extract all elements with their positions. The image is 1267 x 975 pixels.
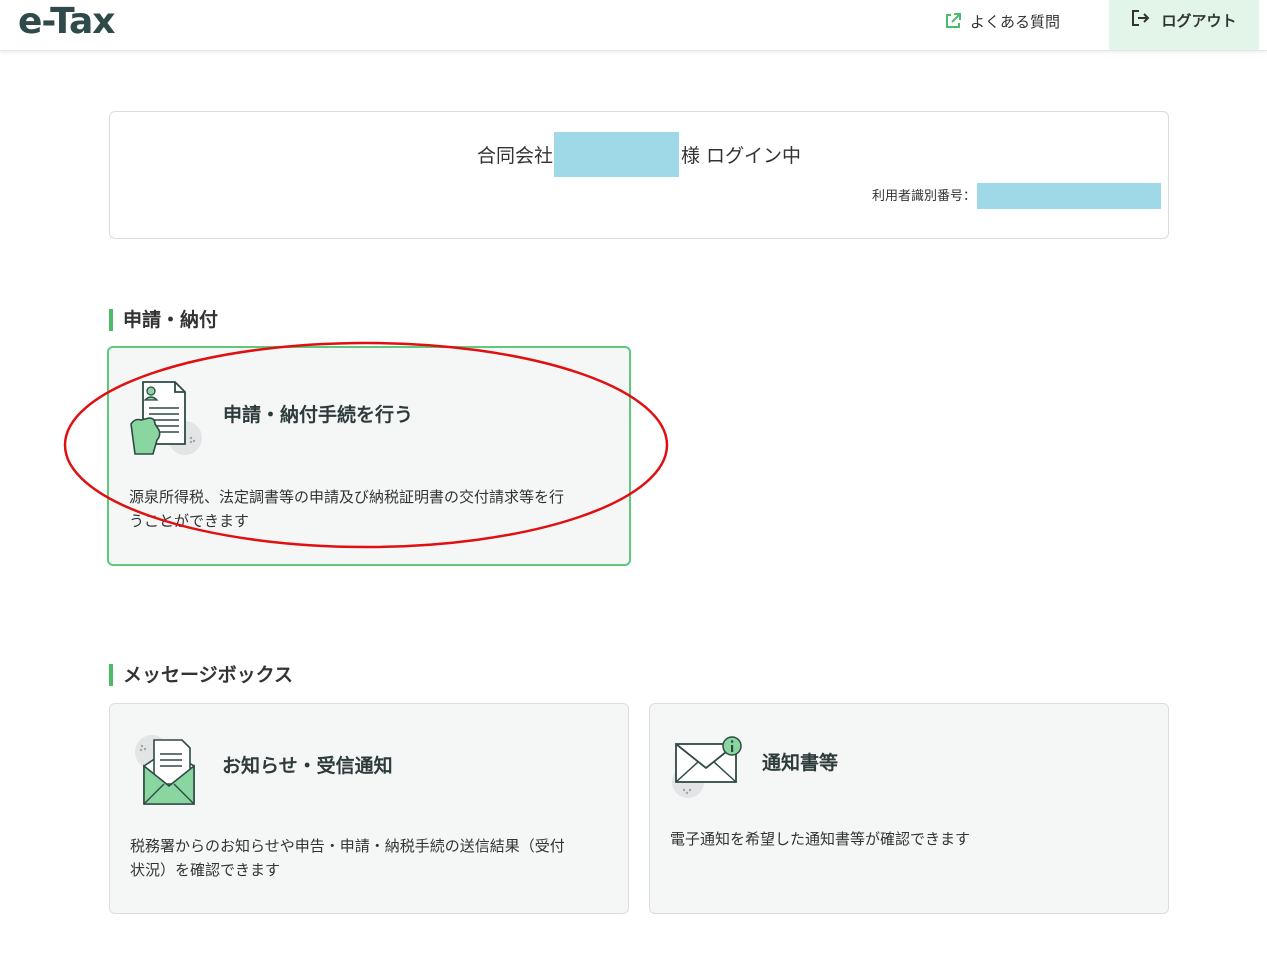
notices-card-description: 税務署からのお知らせや申告・申請・納税手続の送信結果（受付 状況）を確認できます (130, 834, 565, 882)
logout-button[interactable]: ログアウト (1109, 0, 1259, 50)
section-title-message-box: メッセージボックス (109, 663, 293, 687)
notices-card-title: お知らせ・受信通知 (222, 755, 393, 777)
faq-link[interactable]: よくある質問 (944, 9, 1060, 33)
login-status-panel: 合同会社 様 ログイン中 利用者識別番号： (109, 111, 1169, 239)
apply-procedure-card[interactable]: 申請・納付手続を行う 源泉所得税、法定調書等の申請及び納税証明書の交付請求等を行… (107, 346, 631, 566)
external-link-icon (944, 12, 962, 30)
notices-card-description-line2: 状況）を確認できます (130, 861, 281, 879)
notification-documents-card-title: 通知書等 (762, 752, 839, 774)
redacted-user-id (977, 183, 1161, 209)
apply-card-description-line1: 源泉所得税、法定調書等の申請及び納税証明書の交付請求等を行 (129, 488, 565, 506)
apply-card-description-line2: うことができます (129, 512, 250, 530)
redacted-company-name (554, 132, 679, 177)
notices-card[interactable]: お知らせ・受信通知 税務署からのお知らせや申告・申請・納税手続の送信結果（受付 … (109, 703, 629, 914)
notification-documents-card[interactable]: 通知書等 電子通知を希望した通知書等が確認できます (649, 703, 1169, 914)
logout-icon (1131, 9, 1151, 31)
etax-logo[interactable]: e-Tax (18, 0, 115, 44)
notification-documents-card-description-line1: 電子通知を希望した通知書等が確認できます (670, 830, 971, 848)
apply-card-description: 源泉所得税、法定調書等の申請及び納税証明書の交付請求等を行 うことができます (129, 485, 564, 533)
apply-card-title: 申請・納付手続を行う (223, 404, 414, 426)
header: e-Tax よくある質問 ログアウト (0, 0, 1267, 51)
envelope-info-icon (670, 734, 750, 808)
faq-label: よくある質問 (970, 12, 1061, 31)
notification-documents-card-description: 電子通知を希望した通知書等が確認できます (670, 827, 970, 851)
logout-label: ログアウト (1161, 11, 1237, 30)
section-title-apply: 申請・納付 (109, 308, 218, 332)
envelope-letter-icon (132, 732, 204, 812)
document-hand-icon (129, 378, 207, 462)
user-id-label: 利用者識別番号： (872, 189, 977, 204)
login-suffix: 様 ログイン中 (680, 145, 802, 167)
company-prefix: 合同会社 (476, 145, 553, 167)
notices-card-description-line1: 税務署からのお知らせや申告・申請・納税手続の送信結果（受付 (130, 837, 565, 855)
